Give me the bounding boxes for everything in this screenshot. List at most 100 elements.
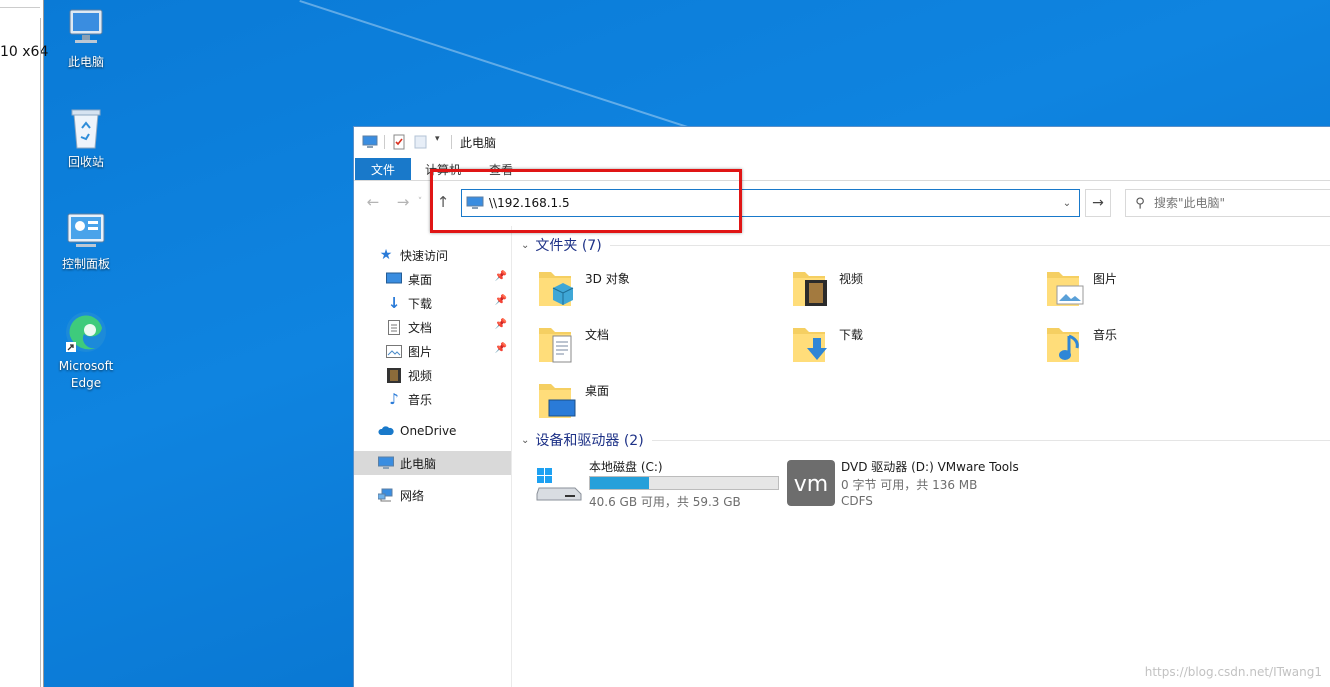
computer-icon [378, 455, 394, 471]
divider [40, 18, 41, 687]
section-title: 设备和驱动器 (2) [535, 433, 644, 449]
search-input[interactable] [1154, 196, 1324, 210]
nav-label: 快速访问 [400, 248, 449, 263]
pin-icon[interactable]: 📌 [495, 319, 507, 330]
folder-music[interactable]: 音乐 [1045, 322, 1285, 370]
recent-locations-icon[interactable]: ˅ [414, 191, 426, 213]
local-disk-icon [535, 458, 583, 506]
divider [651, 439, 1330, 441]
tab-file[interactable]: 文件 [355, 158, 412, 180]
folder-3d-objects[interactable]: 3D 对象 [537, 266, 777, 314]
nav-item-documents[interactable]: 文档 📌 [354, 315, 511, 339]
nav-label: 图片 [408, 344, 433, 359]
folder-label: 图片 [1093, 272, 1118, 286]
drive-name: DVD 驱动器 (D:) VMware Tools [841, 460, 1019, 474]
nav-this-pc[interactable]: 此电脑 [354, 451, 511, 475]
background-window: 10 x64 [0, 0, 48, 687]
pin-icon[interactable]: 📌 [495, 271, 507, 282]
folders-section-header[interactable]: ⌄ 文件夹 (7) [521, 234, 1330, 256]
collapse-chevron-icon[interactable]: ⌄ [521, 435, 529, 446]
folder-documents[interactable]: 文档 [537, 322, 777, 370]
desktop-icon-this-pc[interactable]: 此电脑 [46, 4, 126, 71]
nav-item-music[interactable]: ♪ 音乐 [354, 387, 511, 411]
drive-usage-fill [590, 477, 650, 489]
explorer-body: ★ 快速访问 桌面 📌 ↓ 下载 📌 文档 📌 图片 📌 视频 ♪ 音乐 One… [354, 226, 1330, 687]
drive-c[interactable]: 本地磁盘 (C:) 40.6 GB 可用，共 59.3 GB [535, 458, 785, 514]
3d-objects-folder-icon [537, 266, 577, 310]
section-title: 文件夹 (7) [535, 238, 602, 254]
nav-quick-access[interactable]: ★ 快速访问 [354, 243, 511, 267]
drive-detail: 40.6 GB 可用，共 59.3 GB [589, 495, 741, 509]
nav-item-desktop[interactable]: 桌面 📌 [354, 267, 511, 291]
drive-usage-bar [589, 476, 779, 490]
nav-label: 网络 [400, 488, 425, 503]
nav-label: 此电脑 [400, 456, 437, 471]
nav-network[interactable]: 网络 [354, 483, 511, 507]
network-icon [378, 487, 394, 503]
nav-onedrive[interactable]: OneDrive [354, 419, 511, 443]
picture-icon [386, 343, 402, 359]
desktop-icon-label: Microsoft Edge [58, 359, 114, 390]
desktop-icon-label: 控制面板 [61, 257, 110, 271]
nav-item-downloads[interactable]: ↓ 下载 📌 [354, 291, 511, 315]
download-icon: ↓ [387, 294, 401, 312]
go-arrow-icon[interactable]: → [1085, 189, 1111, 217]
search-box[interactable]: ⚲ [1125, 189, 1330, 217]
nav-label: 桌面 [408, 272, 433, 287]
folder-downloads[interactable]: 下载 [791, 322, 1031, 370]
folder-desktop[interactable]: 桌面 [537, 378, 777, 426]
drive-name: 本地磁盘 (C:) [589, 460, 663, 474]
search-icon: ⚲ [1135, 195, 1145, 211]
computer-icon [362, 134, 378, 150]
back-arrow-icon[interactable]: ← [362, 191, 384, 213]
desktop-icon-control-panel[interactable]: 控制面板 [46, 206, 126, 273]
watermark: https://blog.csdn.net/ITwang1 [1144, 665, 1322, 679]
quick-access-dropdown-icon[interactable]: ▾ [435, 134, 445, 150]
folder-label: 文档 [585, 328, 610, 342]
new-folder-icon[interactable] [413, 134, 429, 150]
pin-icon[interactable]: 📌 [495, 343, 507, 354]
document-icon [386, 319, 402, 335]
drive-d[interactable]: vm DVD 驱动器 (D:) VMware Tools 0 字节 可用，共 1… [787, 458, 1047, 514]
background-window-bar [0, 0, 40, 8]
star-icon: ★ [379, 247, 393, 263]
folder-pictures[interactable]: 图片 [1045, 266, 1285, 314]
video-icon [386, 367, 402, 383]
nav-item-pictures[interactable]: 图片 📌 [354, 339, 511, 363]
nav-item-videos[interactable]: 视频 [354, 363, 511, 387]
separator [451, 135, 452, 149]
music-icon: ♪ [389, 390, 399, 408]
desktop-icon-edge[interactable]: Microsoft Edge [46, 308, 126, 392]
nav-label: 视频 [408, 368, 433, 383]
music-folder-icon [1045, 322, 1085, 366]
background-window-text: 10 x64 [0, 44, 49, 60]
pictures-folder-icon [1045, 266, 1085, 310]
documents-folder-icon [537, 322, 577, 366]
desktop-icon-recycle-bin[interactable]: 回收站 [46, 104, 126, 171]
vmware-icon: vm [787, 458, 835, 506]
nav-label: OneDrive [400, 424, 457, 438]
folder-label: 桌面 [585, 384, 610, 398]
folder-label: 视频 [839, 272, 864, 286]
properties-icon[interactable] [391, 134, 407, 150]
videos-folder-icon [791, 266, 831, 310]
navigation-pane: ★ 快速访问 桌面 📌 ↓ 下载 📌 文档 📌 图片 📌 视频 ♪ 音乐 One… [354, 226, 512, 687]
cloud-icon [378, 423, 394, 439]
chevron-down-icon[interactable]: ⌄ [1055, 198, 1079, 209]
edge-icon [62, 308, 110, 356]
devices-section-header[interactable]: ⌄ 设备和驱动器 (2) [521, 429, 1330, 451]
content-pane: ⌄ 文件夹 (7) 3D 对象 视频 图片 文档 下载 音乐 桌面 ⌄ 设备和驱… [513, 226, 1330, 687]
forward-arrow-icon[interactable]: → [392, 191, 414, 213]
desktop-folder-icon [537, 378, 577, 422]
collapse-chevron-icon[interactable]: ⌄ [521, 240, 529, 251]
desktop-icon-label: 回收站 [67, 155, 104, 169]
folder-videos[interactable]: 视频 [791, 266, 1031, 314]
downloads-folder-icon [791, 322, 831, 366]
nav-label: 音乐 [408, 392, 433, 407]
separator [384, 135, 385, 149]
recycle-bin-icon [62, 104, 110, 152]
nav-label: 下载 [408, 296, 433, 311]
drive-filesystem: CDFS [841, 494, 873, 508]
divider [609, 244, 1330, 246]
pin-icon[interactable]: 📌 [495, 295, 507, 306]
